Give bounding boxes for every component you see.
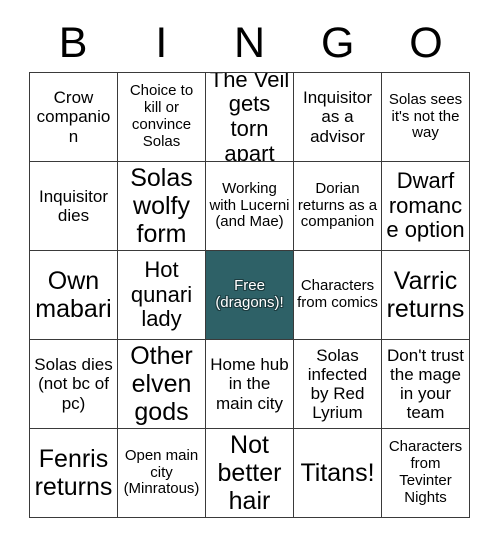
bingo-cell-label: The Veil gets torn apart (209, 73, 290, 162)
bingo-cell-label: Own mabari (35, 267, 112, 323)
bingo-cell-label: Working with Lucerni (and Mae) (209, 179, 290, 231)
bingo-cell[interactable]: Inquisitor dies (30, 162, 118, 251)
bingo-cell[interactable]: Characters from Tevinter Nights (382, 429, 470, 518)
bingo-cell[interactable]: Not better hair (206, 429, 294, 518)
bingo-header-letter-n: N (233, 18, 266, 67)
bingo-header: B I N G O (29, 14, 470, 72)
bingo-cell-label: Not better hair (217, 431, 282, 515)
bingo-cell[interactable]: Solas dies (not bc of pc) (30, 340, 118, 429)
bingo-cell[interactable]: Solas infected by Red Lyrium (294, 340, 382, 429)
bingo-cell[interactable]: Dwarf romance option (382, 162, 470, 251)
bingo-cell[interactable]: Working with Lucerni (and Mae) (206, 162, 294, 251)
bingo-cell[interactable]: Open main city (Minratous) (118, 429, 206, 518)
bingo-cell[interactable]: Own mabari (30, 251, 118, 340)
bingo-cell[interactable]: The Veil gets torn apart (206, 73, 294, 162)
bingo-cell[interactable]: Fenris returns (30, 429, 118, 518)
bingo-cell[interactable]: Home hub in the main city (206, 340, 294, 429)
bingo-cell-label: Dorian returns as a companion (297, 179, 378, 231)
bingo-cell-label: Fenris returns (34, 445, 113, 501)
bingo-cell-label: Choice to kill or convince Solas (129, 82, 194, 150)
bingo-cell[interactable]: Varric returns (382, 251, 470, 340)
bingo-header-letter-b: B (58, 18, 88, 67)
bingo-cell-label: Solas sees it's not the way (388, 90, 463, 142)
bingo-header-letter-g: G (320, 18, 355, 67)
bingo-cell-label: Titans! (300, 459, 375, 487)
bingo-cell-label: Hot qunari lady (130, 257, 193, 332)
bingo-cell-label: Solas dies (not bc of pc) (34, 355, 113, 413)
bingo-cell-label: Inquisitor as a advisor (303, 88, 372, 146)
bingo-header-letter-i: I (155, 18, 168, 67)
bingo-cell[interactable]: Dorian returns as a companion (294, 162, 382, 251)
bingo-cell-label: Open main city (Minratous) (123, 446, 200, 498)
bingo-grid: Crow companion Choice to kill or convince… (29, 72, 470, 518)
bingo-cell-free[interactable]: Free (dragons)! (206, 251, 294, 340)
bingo-cell[interactable]: Solas sees it's not the way (382, 73, 470, 162)
bingo-header-letter-o: O (409, 18, 443, 67)
bingo-cell-label: Varric returns (386, 267, 465, 323)
bingo-cell[interactable]: Other elven gods (118, 340, 206, 429)
bingo-cell[interactable]: Hot qunari lady (118, 251, 206, 340)
bingo-cell-label: Home hub in the main city (210, 355, 289, 413)
bingo-cell-label: Don't trust the mage in your team (387, 345, 464, 423)
bingo-cell[interactable]: Characters from comics (294, 251, 382, 340)
bingo-cell-label: Dwarf romance option (386, 168, 465, 243)
bingo-cell[interactable]: Crow companion (30, 73, 118, 162)
bingo-cell[interactable]: Choice to kill or convince Solas (118, 73, 206, 162)
bingo-cell-label: Characters from comics (297, 277, 378, 311)
bingo-cell-label: Crow companion (36, 88, 111, 146)
bingo-cell-label: Characters from Tevinter Nights (388, 438, 463, 506)
bingo-cell-label: Solas wolfy form (130, 164, 193, 248)
bingo-cell-label: Inquisitor dies (39, 186, 108, 225)
bingo-cell-label: Solas infected by Red Lyrium (307, 345, 368, 423)
bingo-cell[interactable]: Don't trust the mage in your team (382, 340, 470, 429)
bingo-cell-label: Other elven gods (130, 342, 193, 426)
bingo-cell-label: Free (dragons)! (215, 277, 284, 311)
bingo-card: B I N G O Crow companion Choice to kill o… (0, 0, 500, 544)
bingo-cell[interactable]: Solas wolfy form (118, 162, 206, 251)
bingo-cell[interactable]: Titans! (294, 429, 382, 518)
bingo-cell[interactable]: Inquisitor as a advisor (294, 73, 382, 162)
